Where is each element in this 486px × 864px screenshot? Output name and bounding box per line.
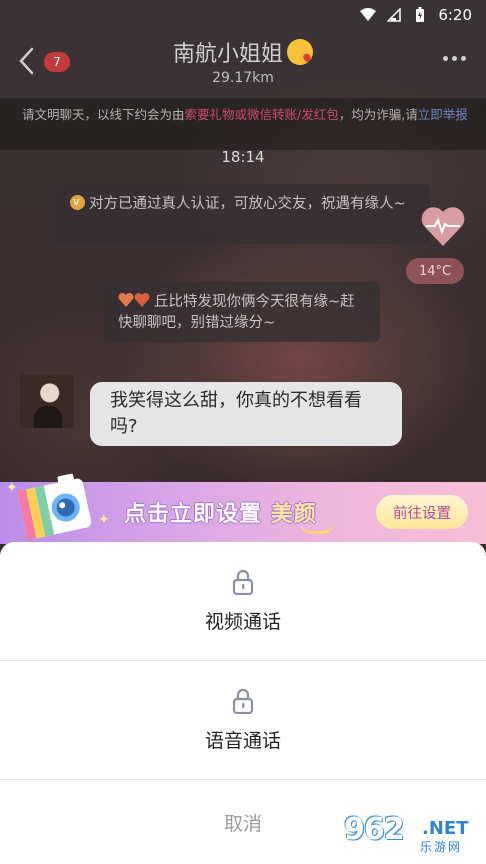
chat-header: 7 南航小姐姐 29.17km bbox=[0, 30, 486, 92]
battery-icon bbox=[412, 7, 428, 23]
contact-name: 南航小姐姐 bbox=[172, 42, 283, 67]
hearts-icon bbox=[118, 293, 154, 307]
video-call-option[interactable]: 视频通话 bbox=[0, 542, 486, 660]
warning-text: 请文明聊天，以线下约会为由 bbox=[22, 107, 185, 122]
voice-call-label: 语音通话 bbox=[204, 729, 281, 752]
system-message-cupid: 丘比特发现你俩今天很有缘~赶快聊聊吧，别错过缘分~ bbox=[104, 282, 380, 342]
sparkle-icon: ✦ bbox=[6, 480, 18, 496]
system-verify-text: 对方已通过真人认证，可放心交友，祝遇有缘人~ bbox=[89, 196, 406, 212]
heartbeat-heart-icon[interactable] bbox=[420, 204, 466, 248]
lock-icon bbox=[232, 688, 254, 714]
distance-label: 29.17km bbox=[212, 70, 274, 86]
page-title: 南航小姐姐 bbox=[173, 36, 313, 68]
avatar[interactable] bbox=[20, 374, 74, 428]
voice-call-option[interactable]: 语音通话 bbox=[0, 661, 486, 779]
report-link[interactable]: 立即举报 bbox=[418, 107, 468, 122]
status-bar: 6:20 bbox=[0, 0, 486, 30]
lock-icon bbox=[232, 569, 254, 595]
watermark-suffix: .NET bbox=[422, 818, 469, 839]
video-call-label: 视频通话 bbox=[204, 610, 281, 633]
warning-highlight: 索要礼物或微信转账/发红包 bbox=[184, 107, 339, 122]
system-message-verified: 对方已通过真人认证，可放心交友，祝遇有缘人~ bbox=[56, 184, 430, 244]
dot-icon bbox=[452, 56, 457, 61]
dot-icon bbox=[443, 56, 448, 61]
title-block: 南航小姐姐 29.17km bbox=[0, 36, 486, 86]
goto-settings-button[interactable]: 前往设置 bbox=[376, 495, 468, 529]
message-bubble[interactable]: 我笑得这么甜，你真的不想看看吗? bbox=[90, 382, 402, 446]
intimacy-temperature: 14°C bbox=[406, 258, 464, 284]
watermark-cn: 乐游网 bbox=[420, 840, 463, 854]
anti-fraud-warning: 请文明聊天，以线下约会为由索要礼物或微信转账/发红包，均为诈骗,请立即举报 bbox=[0, 98, 486, 150]
wifi-icon bbox=[360, 7, 377, 23]
banner-main-text: 点击立即设置 bbox=[124, 502, 263, 527]
smile-decoration bbox=[300, 522, 334, 534]
watermark-number: 962 bbox=[344, 812, 405, 847]
sparkle-icon: ✦ bbox=[98, 512, 110, 528]
dot-icon bbox=[461, 56, 466, 61]
banner-title: 点击立即设置 美颜 bbox=[124, 496, 317, 528]
beauty-settings-banner[interactable]: ✦ ✦ 点击立即设置 美颜 前往设置 bbox=[0, 473, 486, 544]
camera-icon bbox=[14, 470, 94, 544]
message-time: 18:14 bbox=[221, 148, 265, 166]
verified-badge-icon bbox=[70, 191, 85, 212]
status-time: 6:20 bbox=[438, 6, 472, 24]
signal-icon bbox=[386, 7, 402, 23]
warning-text-2: ，均为诈骗,请 bbox=[338, 107, 418, 122]
kiss-emoji-icon bbox=[287, 39, 313, 65]
site-watermark-logo: 962 .NET 乐游网 bbox=[344, 812, 480, 858]
more-options-button[interactable] bbox=[443, 56, 466, 61]
